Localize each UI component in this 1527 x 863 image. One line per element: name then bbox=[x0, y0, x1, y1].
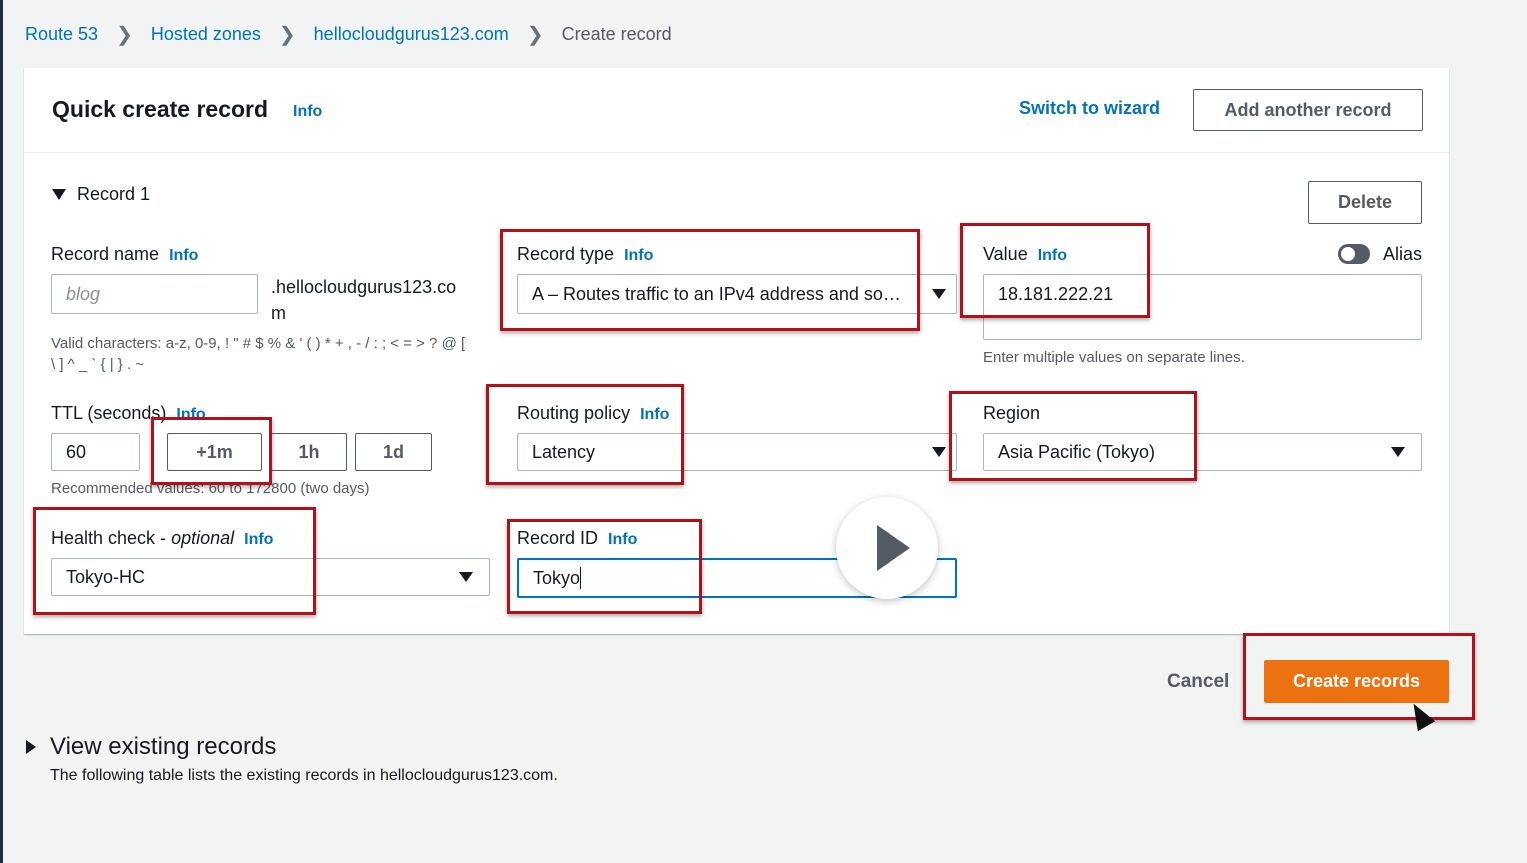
alias-toggle[interactable] bbox=[1338, 244, 1370, 264]
routing-policy-label-text: Routing policy bbox=[517, 403, 631, 423]
record-type-value: A – Routes traffic to an IPv4 address an… bbox=[532, 283, 901, 304]
record-id-label: Record ID Info bbox=[517, 528, 637, 549]
health-check-value: Tokyo-HC bbox=[66, 566, 146, 587]
value-label: Value Info bbox=[983, 244, 1067, 265]
value-hint: Enter multiple values on separate lines. bbox=[983, 349, 1245, 366]
ttl-input[interactable]: 60 bbox=[51, 433, 140, 471]
health-check-info-link[interactable]: Info bbox=[244, 531, 273, 548]
ttl-1h-button[interactable]: 1h bbox=[271, 433, 347, 471]
text-caret bbox=[580, 567, 582, 589]
caret-down-icon bbox=[932, 447, 946, 457]
domain-suffix: .hellocloudgurus123.co m bbox=[271, 277, 457, 323]
record-name-placeholder: blog bbox=[66, 283, 101, 304]
record-name-label-text: Record name bbox=[51, 244, 160, 264]
create-records-button[interactable]: Create records bbox=[1264, 660, 1449, 703]
breadcrumb-zone[interactable]: hellocloudgurus123.com bbox=[314, 24, 509, 45]
caret-right-icon bbox=[26, 740, 36, 754]
record-id-value: Tokyo bbox=[533, 567, 581, 588]
routing-policy-label: Routing policy Info bbox=[517, 403, 669, 424]
value-textarea[interactable]: 18.181.222.21 bbox=[983, 274, 1422, 340]
title-info-link[interactable]: Info bbox=[293, 103, 322, 121]
ttl-label-text: TTL (seconds) bbox=[51, 403, 167, 423]
toggle-knob bbox=[1341, 247, 1355, 261]
routing-policy-info-link[interactable]: Info bbox=[640, 406, 669, 423]
record-1-heading: Record 1 bbox=[77, 184, 151, 204]
record-1-toggle[interactable]: Record 1 bbox=[52, 184, 150, 205]
region-select[interactable]: Asia Pacific (Tokyo) bbox=[983, 433, 1422, 471]
left-edge-bar bbox=[0, 0, 3, 863]
ttl-value: 60 bbox=[66, 441, 87, 462]
routing-policy-select[interactable]: Latency bbox=[517, 433, 957, 471]
view-existing-records-toggle[interactable]: View existing records bbox=[26, 733, 276, 761]
record-name-hint: Valid characters: a-z, 0-9, ! " # $ % & … bbox=[51, 335, 466, 373]
breadcrumb-route53[interactable]: Route 53 bbox=[25, 24, 98, 45]
record-name-info-link[interactable]: Info bbox=[169, 247, 198, 264]
quick-create-panel: Quick create record Info Switch to wizar… bbox=[24, 68, 1449, 634]
breadcrumb-current: Create record bbox=[561, 23, 672, 44]
value-text: 18.181.222.21 bbox=[998, 284, 1114, 304]
record-type-label: Record type Info bbox=[517, 244, 653, 265]
view-existing-records-title: View existing records bbox=[50, 733, 277, 760]
ttl-hint: Recommended values: 60 to 172800 (two da… bbox=[51, 480, 370, 497]
health-check-label: Health check - optional Info bbox=[51, 528, 273, 549]
region-label: Region bbox=[983, 403, 1040, 424]
caret-down-icon bbox=[52, 189, 66, 200]
health-check-label-text: Health check - bbox=[51, 528, 172, 548]
routing-policy-value: Latency bbox=[532, 441, 596, 462]
chevron-right-icon: ❯ bbox=[116, 23, 133, 46]
view-existing-records-desc: The following table lists the existing r… bbox=[50, 767, 558, 784]
record-name-label: Record name Info bbox=[51, 244, 198, 265]
record-name-input[interactable]: blog bbox=[51, 274, 258, 314]
ttl-info-link[interactable]: Info bbox=[176, 406, 205, 423]
caret-down-icon bbox=[1391, 447, 1405, 457]
region-value: Asia Pacific (Tokyo) bbox=[998, 441, 1156, 462]
region-label-text: Region bbox=[983, 403, 1041, 423]
delete-record-button[interactable]: Delete bbox=[1308, 181, 1422, 224]
add-another-record-button[interactable]: Add another record bbox=[1193, 89, 1423, 131]
caret-down-icon bbox=[932, 289, 946, 299]
health-check-select[interactable]: Tokyo-HC bbox=[51, 558, 490, 596]
alias-label: Alias bbox=[1383, 244, 1423, 264]
cancel-button[interactable]: Cancel bbox=[1167, 671, 1229, 693]
record-id-label-text: Record ID bbox=[517, 528, 599, 548]
caret-down-icon bbox=[459, 572, 473, 582]
panel-header: Quick create record Info Switch to wizar… bbox=[24, 68, 1449, 153]
record-type-select[interactable]: A – Routes traffic to an IPv4 address an… bbox=[517, 274, 957, 314]
record-id-info-link[interactable]: Info bbox=[608, 531, 637, 548]
page-title: Quick create record bbox=[52, 96, 269, 122]
play-icon bbox=[877, 525, 910, 571]
switch-to-wizard-link[interactable]: Switch to wizard bbox=[1019, 98, 1160, 119]
video-play-button[interactable] bbox=[836, 497, 938, 599]
record-type-info-link[interactable]: Info bbox=[624, 247, 653, 264]
chevron-right-icon: ❯ bbox=[526, 23, 544, 46]
ttl-1m-button[interactable]: +1m bbox=[167, 433, 262, 471]
breadcrumb-hosted-zones[interactable]: Hosted zones bbox=[151, 24, 261, 45]
breadcrumb: Route 53 ❯ Hosted zones ❯ hellocloudguru… bbox=[25, 22, 672, 46]
value-label-text: Value bbox=[983, 244, 1028, 264]
mouse-cursor-icon bbox=[1404, 698, 1436, 732]
ttl-1d-button[interactable]: 1d bbox=[355, 433, 432, 471]
value-info-link[interactable]: Info bbox=[1038, 247, 1067, 264]
chevron-right-icon: ❯ bbox=[278, 23, 296, 46]
record-type-label-text: Record type bbox=[517, 244, 615, 264]
health-check-optional: optional bbox=[171, 528, 235, 548]
ttl-label: TTL (seconds) Info bbox=[51, 403, 206, 424]
